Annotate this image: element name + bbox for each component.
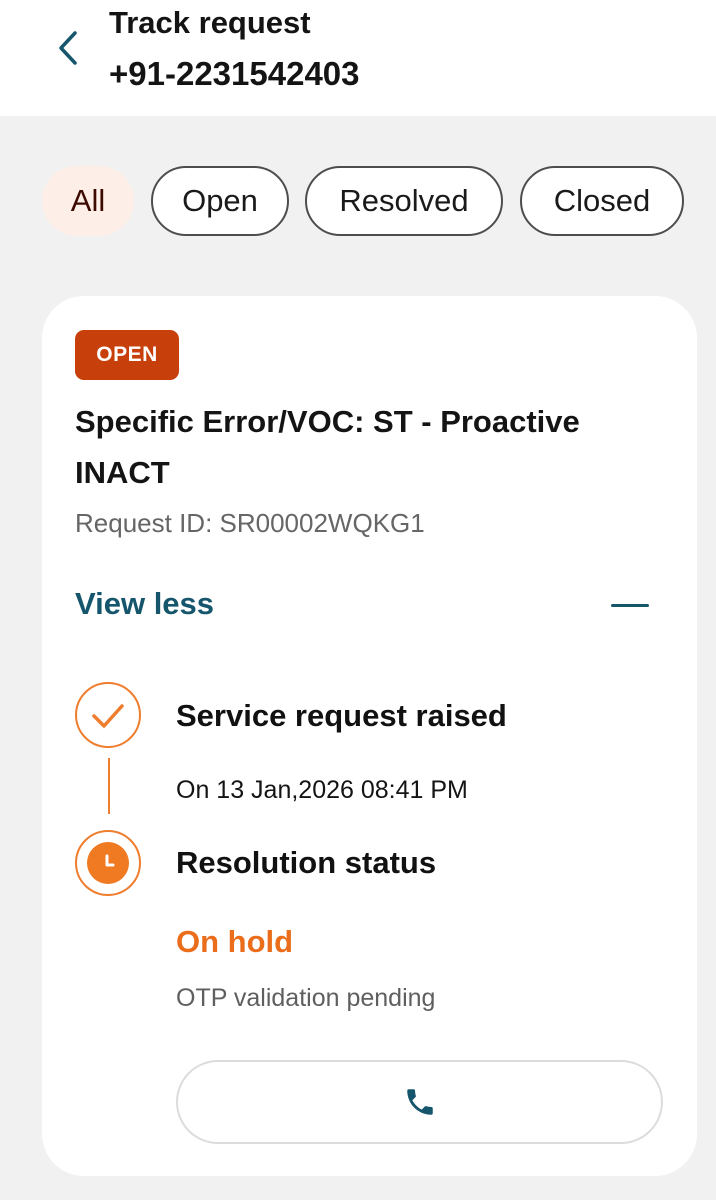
back-button[interactable] bbox=[46, 26, 90, 70]
phone-number: +91-2231542403 bbox=[109, 55, 360, 92]
view-less-link[interactable]: View less bbox=[75, 586, 214, 622]
check-icon bbox=[92, 704, 124, 728]
filter-chip-all[interactable]: All bbox=[42, 166, 134, 236]
filter-chip-open[interactable]: Open bbox=[151, 166, 289, 236]
resolution-status-note: OTP validation pending bbox=[176, 984, 436, 1012]
step-title-raised: Service request raised bbox=[176, 698, 507, 733]
filter-chip-closed[interactable]: Closed bbox=[520, 166, 684, 236]
page-title: Track request bbox=[109, 5, 311, 40]
minus-icon bbox=[611, 604, 649, 607]
filter-chips: All Open Resolved Closed bbox=[0, 166, 716, 238]
collapse-button[interactable] bbox=[606, 588, 656, 624]
timeline-connector bbox=[108, 758, 110, 814]
call-button[interactable] bbox=[176, 1060, 663, 1144]
step-title-resolution: Resolution status bbox=[176, 845, 437, 880]
request-title: Specific Error/VOC: ST - Proactive INACT bbox=[75, 404, 580, 490]
request-card: OPEN Specific Error/VOC: ST - Proactive … bbox=[42, 296, 697, 1176]
request-id: Request ID: SR00002WQKG1 bbox=[75, 508, 425, 538]
status-badge: OPEN bbox=[75, 330, 179, 380]
resolution-status-value: On hold bbox=[176, 924, 294, 959]
step-date: On 13 Jan,2026 08:41 PM bbox=[176, 776, 468, 804]
step-completed-indicator bbox=[75, 682, 141, 748]
clock-icon bbox=[87, 842, 129, 884]
filter-chip-resolved[interactable]: Resolved bbox=[305, 166, 503, 236]
app-header: Track request +91-2231542403 bbox=[0, 0, 716, 116]
chevron-left-icon bbox=[59, 31, 77, 65]
step-pending-indicator bbox=[75, 830, 141, 896]
phone-icon bbox=[406, 1089, 433, 1115]
